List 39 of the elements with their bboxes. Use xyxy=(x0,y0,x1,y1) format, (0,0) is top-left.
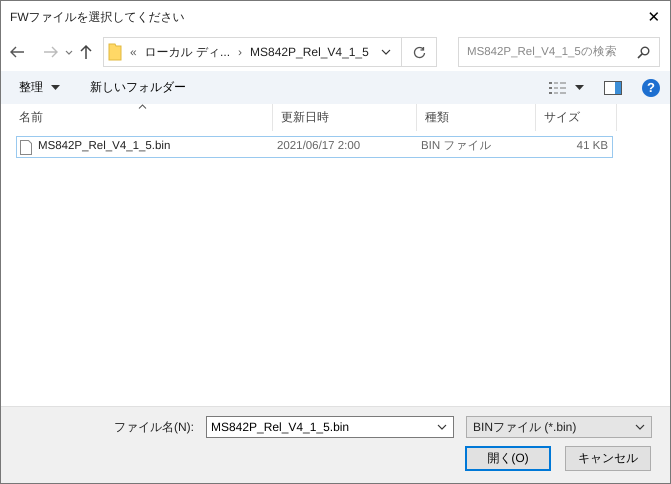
column-header[interactable]: 名前 xyxy=(11,104,273,131)
breadcrumb[interactable]: ローカル ディ... xyxy=(144,44,230,60)
new-folder-button[interactable]: 新しいフォルダー xyxy=(90,80,186,95)
filename-label: ファイル名(N): xyxy=(114,420,194,434)
file-size: 41 KB xyxy=(576,140,609,154)
dropdown-triangle-icon xyxy=(51,84,60,90)
overflow-chevron[interactable]: « xyxy=(130,44,137,60)
file-type-dropdown[interactable]: BINファイル (*.bin) xyxy=(466,416,652,438)
dropdown-triangle-icon xyxy=(575,85,584,90)
search-icon xyxy=(637,46,650,59)
window-title: FWファイルを選択してください xyxy=(10,10,185,24)
recent-chevron-icon[interactable] xyxy=(65,50,73,54)
file-name: MS842P_Rel_V4_1_5.bin xyxy=(38,140,170,154)
address-bar[interactable]: « ローカル ディ... › MS842P_Rel_V4_1_5 xyxy=(103,37,437,67)
column-header[interactable]: 種類 xyxy=(417,104,536,131)
open-button[interactable]: 開く(O) xyxy=(465,446,551,471)
file-type: BIN ファイル xyxy=(420,140,492,154)
view-menu[interactable] xyxy=(549,80,584,94)
search-field[interactable]: MS842P_Rel_V4_1_5の検索 xyxy=(458,37,660,67)
column-header[interactable]: サイズ xyxy=(536,104,617,131)
up-arrow-icon[interactable] xyxy=(79,44,93,60)
breadcrumb[interactable]: MS842P_Rel_V4_1_5 xyxy=(250,44,369,60)
file-row[interactable]: MS842P_Rel_V4_1_5.bin 2021/06/17 2:00 BIN ファイル 41 KB xyxy=(16,136,613,158)
filename-field[interactable]: MS842P_Rel_V4_1_5.bin xyxy=(206,416,454,438)
column-header[interactable]: 更新日時 xyxy=(273,104,417,131)
file-date: 2021/06/17 2:00 xyxy=(276,140,362,154)
dropdown-chevron-icon xyxy=(437,424,447,430)
cancel-button[interactable]: キャンセル xyxy=(565,446,651,471)
preview-pane-icon[interactable] xyxy=(604,80,622,94)
dropdown-chevron-icon xyxy=(635,424,645,430)
refresh-icon[interactable] xyxy=(412,46,426,58)
help-button[interactable]: ? xyxy=(642,78,660,96)
file-icon xyxy=(20,140,32,154)
organize-menu[interactable]: 整理 xyxy=(19,80,60,95)
folder-icon xyxy=(108,43,122,61)
dropdown-chevron-icon xyxy=(381,49,391,55)
breadcrumb-separator: › xyxy=(238,44,242,60)
close-button[interactable]: ✕ xyxy=(638,8,670,26)
back-arrow-icon[interactable] xyxy=(9,45,25,59)
